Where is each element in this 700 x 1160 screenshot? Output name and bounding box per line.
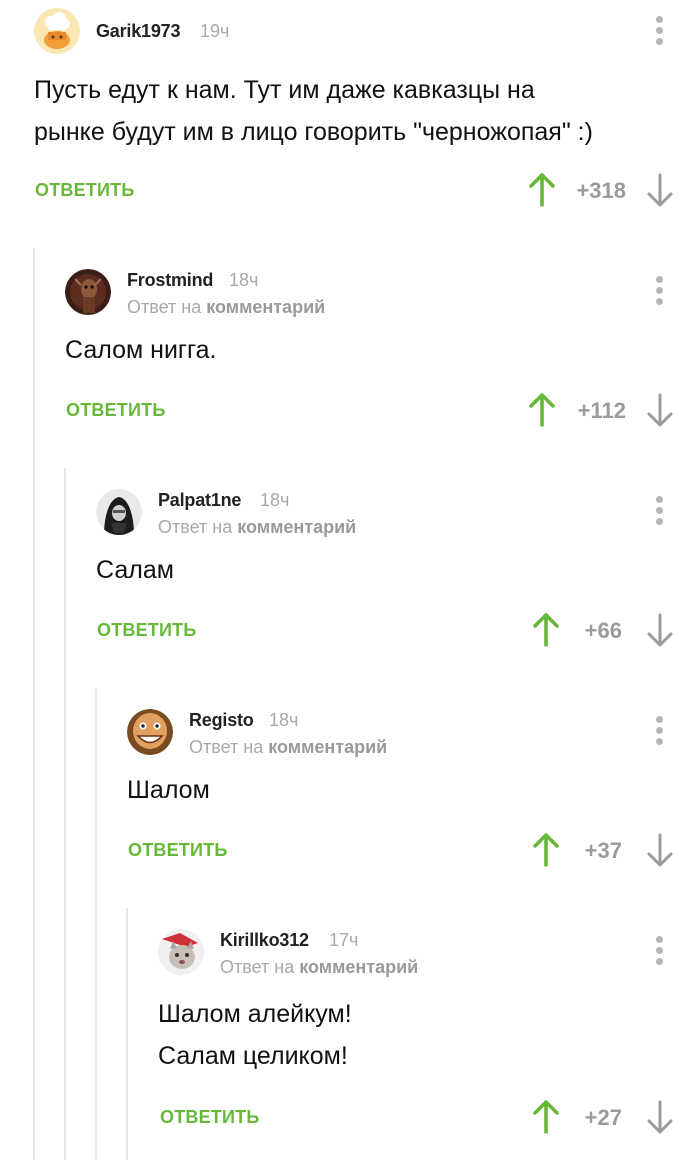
- comment-text: Салом нигга.: [65, 329, 216, 371]
- thread-line-level-1: [33, 248, 35, 1160]
- comment-text: Шалом: [127, 769, 210, 811]
- thread-line-level-2: [64, 468, 66, 1160]
- reply-button[interactable]: ОТВЕТИТЬ: [97, 620, 196, 641]
- comment-text-line: Салам: [96, 556, 174, 584]
- thread-line-level-3: [95, 688, 97, 1160]
- cat-avatar-icon: [158, 929, 204, 975]
- avatar[interactable]: [65, 269, 111, 315]
- vote-score: +37: [584, 838, 622, 863]
- dark-figure-avatar-icon: [65, 269, 111, 315]
- avatar[interactable]: [127, 709, 173, 755]
- comment-author[interactable]: Kirillko312: [220, 930, 309, 951]
- comment-author[interactable]: Registo: [189, 710, 254, 731]
- thread-line-level-4: [126, 908, 128, 1160]
- smiling-face-avatar-icon: [127, 709, 173, 755]
- reply-button[interactable]: ОТВЕТИТЬ: [35, 180, 134, 201]
- reply-button[interactable]: ОТВЕТИТЬ: [160, 1107, 259, 1128]
- reply-to-link[interactable]: комментарий: [299, 957, 418, 977]
- arrow-up-icon[interactable]: [528, 172, 556, 208]
- more-vertical-icon[interactable]: [649, 716, 669, 750]
- comment-text-line: Пусть едут к нам. Тут им даже кавказцы н…: [34, 76, 535, 104]
- comment-text-line: Салам целиком!: [158, 1042, 348, 1070]
- avatar[interactable]: [34, 8, 80, 54]
- arrow-down-icon[interactable]: [646, 612, 674, 648]
- comment-time: 17ч: [329, 930, 359, 950]
- comment-author[interactable]: Palpat1ne: [158, 490, 241, 511]
- arrow-down-icon[interactable]: [646, 392, 674, 428]
- reply-to-prefix: Ответ на: [127, 297, 207, 317]
- comment-time: 19ч: [200, 21, 230, 41]
- comment-text: Пусть едут к нам. Тут им даже кавказцы н…: [34, 69, 593, 153]
- comment-author[interactable]: Frostmind: [127, 270, 213, 291]
- avatar[interactable]: [96, 489, 142, 535]
- vote-score: +112: [577, 398, 626, 423]
- chef-hat-avatar-icon: [34, 8, 80, 54]
- reply-button[interactable]: ОТВЕТИТЬ: [128, 840, 227, 861]
- reply-to-link[interactable]: комментарий: [237, 517, 356, 537]
- comment-text-line: Шалом: [127, 776, 210, 804]
- more-vertical-icon[interactable]: [649, 496, 669, 530]
- comment-time: 18ч: [269, 710, 299, 730]
- comment-text-line: Шалом алейкум!: [158, 1000, 352, 1028]
- reply-to-prefix: Ответ на: [189, 737, 269, 757]
- reply-to-link[interactable]: комментарий: [268, 737, 387, 757]
- reply-to: Ответ на комментарий: [127, 297, 325, 318]
- reply-to: Ответ на комментарий: [158, 517, 356, 538]
- hooded-figure-avatar-icon: [96, 489, 142, 535]
- reply-to: Ответ на комментарий: [220, 957, 418, 978]
- vote-score: +318: [576, 178, 626, 203]
- more-vertical-icon[interactable]: [649, 16, 669, 50]
- comment-text-line: Салом нигга.: [65, 336, 217, 364]
- comment-author[interactable]: Garik1973: [96, 21, 180, 42]
- arrow-down-icon[interactable]: [646, 1099, 674, 1135]
- comment-text-line: рынке будут им в лицо говорить "черножоп…: [34, 118, 593, 146]
- arrow-up-icon[interactable]: [528, 392, 556, 428]
- vote-score: +66: [584, 618, 622, 643]
- arrow-down-icon[interactable]: [646, 832, 674, 868]
- arrow-down-icon[interactable]: [646, 172, 674, 208]
- comment-time: 18ч: [260, 490, 290, 510]
- reply-to: Ответ на комментарий: [189, 737, 387, 758]
- reply-button[interactable]: ОТВЕТИТЬ: [66, 400, 165, 421]
- comment-text: Салам: [96, 549, 174, 591]
- reply-to-prefix: Ответ на: [220, 957, 300, 977]
- reply-to-prefix: Ответ на: [158, 517, 238, 537]
- more-vertical-icon[interactable]: [649, 936, 669, 970]
- more-vertical-icon[interactable]: [649, 276, 669, 310]
- comment-time: 18ч: [229, 270, 259, 290]
- comment-text: Шалом алейкум! Салам целиком!: [158, 993, 352, 1077]
- reply-to-link[interactable]: комментарий: [206, 297, 325, 317]
- avatar[interactable]: [158, 929, 204, 975]
- vote-score: +27: [584, 1105, 622, 1130]
